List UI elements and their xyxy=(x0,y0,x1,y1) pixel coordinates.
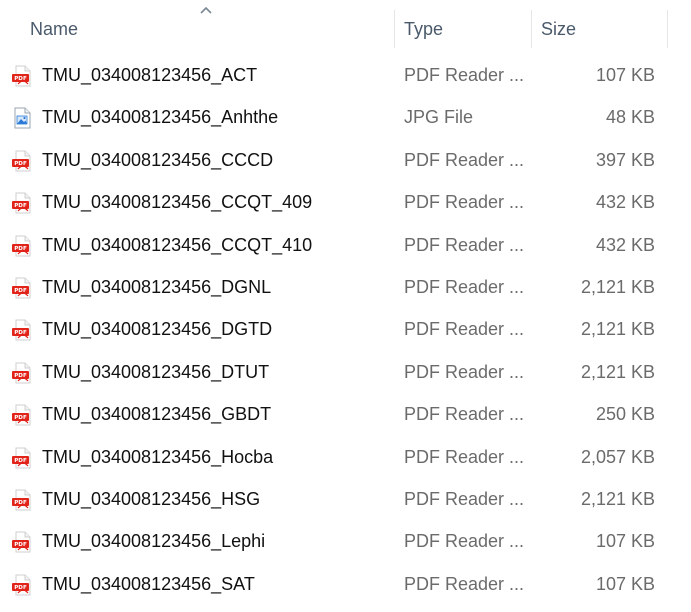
file-size: 107 KB xyxy=(595,573,655,594)
file-row[interactable]: TMU_034008123456_Anhthe JPG File 48 KB xyxy=(0,96,691,138)
file-row[interactable]: PDF TMU_034008123456_GBDT PDF Reader ... 25… xyxy=(0,393,691,435)
file-name: TMU_034008123456_DGTD xyxy=(42,319,273,340)
pdf-file-icon: PDF xyxy=(11,531,33,553)
pdf-file-icon: PDF xyxy=(11,319,33,341)
file-size: 107 KB xyxy=(595,531,655,552)
pdf-file-icon: PDF xyxy=(11,489,33,511)
jpg-file-icon xyxy=(11,107,33,129)
pdf-file-icon: PDF xyxy=(11,235,33,257)
file-size: 2,057 KB xyxy=(580,446,655,467)
pdf-file-icon: PDF xyxy=(11,404,33,426)
column-header-name[interactable]: Name xyxy=(30,16,390,42)
file-name: TMU_034008123456_Hocba xyxy=(42,446,274,467)
file-size: 432 KB xyxy=(595,234,655,255)
file-row[interactable]: PDF TMU_034008123456_ACT PDF Reader ... 107… xyxy=(0,54,691,96)
file-name: TMU_034008123456_ACT xyxy=(42,65,258,85)
pdf-file-icon: PDF xyxy=(11,447,33,469)
file-type: PDF Reader ... xyxy=(404,531,525,552)
file-type: JPG File xyxy=(404,107,474,128)
column-header-type[interactable]: Type xyxy=(404,16,529,42)
file-type: PDF Reader ... xyxy=(404,446,525,467)
pdf-file-icon: PDF xyxy=(11,574,33,596)
file-name: TMU_034008123456_CCQT_409 xyxy=(42,192,313,213)
file-type: PDF Reader ... xyxy=(404,192,525,213)
file-type: PDF Reader ... xyxy=(404,573,525,594)
file-name: TMU_034008123456_Lephi xyxy=(42,531,266,552)
file-size: 2,121 KB xyxy=(580,488,655,509)
file-name: TMU_034008123456_HSG xyxy=(42,488,261,509)
file-name: TMU_034008123456_DGNL xyxy=(42,276,272,297)
file-type: PDF Reader ... xyxy=(404,276,525,297)
column-header-size[interactable]: Size xyxy=(541,16,661,42)
file-size: 2,121 KB xyxy=(580,276,655,297)
pdf-file-icon: PDF xyxy=(11,65,33,87)
file-name: TMU_034008123456_CCQT_410 xyxy=(42,234,313,255)
file-name: TMU_034008123456_SAT xyxy=(42,573,255,594)
file-row[interactable]: PDF TMU_034008123456_CCQT_410 PDF Reader .… xyxy=(0,224,691,266)
file-size: 107 KB xyxy=(595,65,655,85)
column-divider[interactable] xyxy=(531,10,532,48)
file-size: 48 KB xyxy=(605,107,655,128)
file-type: PDF Reader ... xyxy=(404,65,525,85)
pdf-file-icon: PDF xyxy=(11,277,33,299)
file-row[interactable]: PDF TMU_034008123456_HSG PDF Reader ... 2,1… xyxy=(0,478,691,520)
pdf-file-icon: PDF xyxy=(11,150,33,172)
file-type: PDF Reader ... xyxy=(404,361,525,382)
file-name: TMU_034008123456_GBDT xyxy=(42,404,272,425)
file-name: TMU_034008123456_Anhthe xyxy=(42,107,279,128)
file-row[interactable]: PDF TMU_034008123456_Lephi PDF Reader ... 1… xyxy=(0,520,691,562)
pdf-file-icon: PDF xyxy=(11,362,33,384)
file-name: TMU_034008123456_DTUT xyxy=(42,361,270,382)
file-row[interactable]: PDF TMU_034008123456_CCQT_409 PDF Reader .… xyxy=(0,181,691,223)
file-size: 2,121 KB xyxy=(580,319,655,340)
file-type: PDF Reader ... xyxy=(404,319,525,340)
file-size: 397 KB xyxy=(595,149,655,170)
file-size: 432 KB xyxy=(595,192,655,213)
column-divider[interactable] xyxy=(394,10,395,48)
pdf-file-icon: PDF xyxy=(11,192,33,214)
column-header-bar: Name Type Size xyxy=(0,0,691,52)
file-type: PDF Reader ... xyxy=(404,234,525,255)
file-row[interactable]: PDF TMU_034008123456_DGNL PDF Reader ... 2,… xyxy=(0,266,691,308)
file-row[interactable]: PDF TMU_034008123456_DTUT PDF Reader ... 2,… xyxy=(0,351,691,393)
file-size: 2,121 KB xyxy=(580,361,655,382)
sort-ascending-icon xyxy=(200,6,212,14)
file-name: TMU_034008123456_CCCD xyxy=(42,149,274,170)
file-row[interactable]: PDF TMU_034008123456_SAT PDF Reader ... 107… xyxy=(0,563,691,605)
column-divider[interactable] xyxy=(667,10,668,48)
file-size: 250 KB xyxy=(595,404,655,425)
file-type: PDF Reader ... xyxy=(404,404,525,425)
file-row[interactable]: PDF TMU_034008123456_CCCD PDF Reader ... 39… xyxy=(0,139,691,181)
file-type: PDF Reader ... xyxy=(404,488,525,509)
file-type: PDF Reader ... xyxy=(404,149,525,170)
file-row[interactable]: PDF TMU_034008123456_DGTD PDF Reader ... 2,… xyxy=(0,308,691,350)
file-list: PDF TMU_034008123456_ACT PDF Reader ... 107… xyxy=(0,54,691,605)
file-row[interactable]: PDF TMU_034008123456_Hocba PDF Reader ... 2… xyxy=(0,436,691,478)
